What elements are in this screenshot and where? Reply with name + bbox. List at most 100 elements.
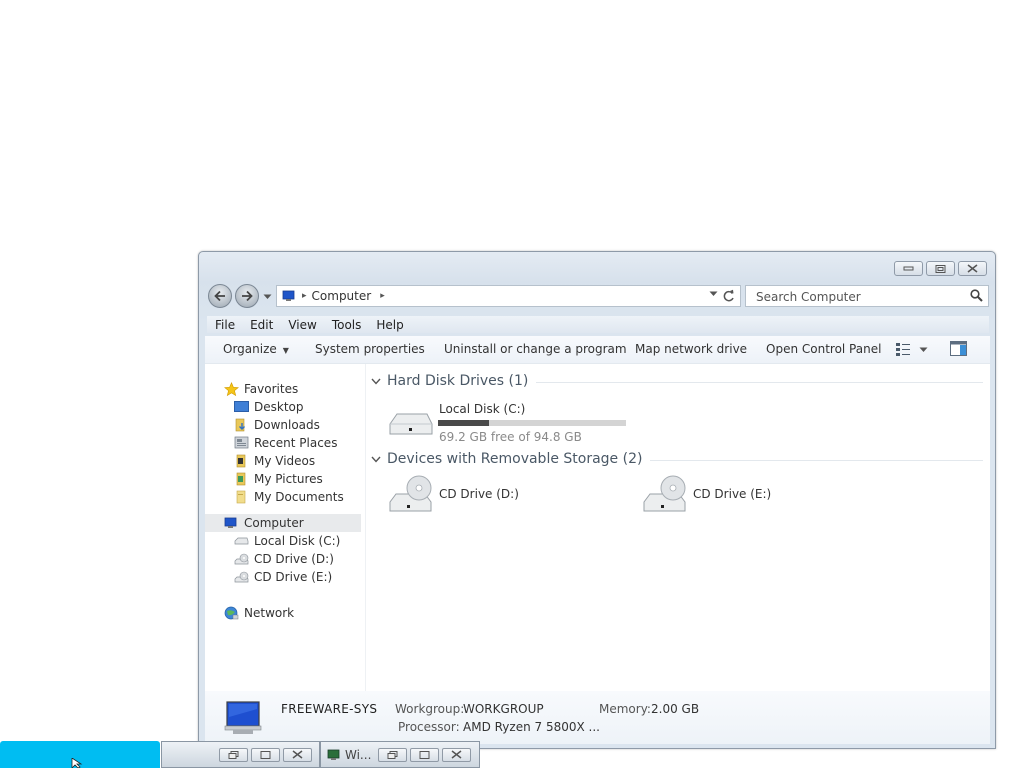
- recent-pages-button[interactable]: [262, 292, 272, 302]
- restore-icon: [387, 750, 398, 759]
- drive-tile-cd-drive-d[interactable]: CD Drive (D:): [387, 474, 607, 524]
- nav-computer-label: Computer: [244, 516, 304, 530]
- content-pane: Hard Disk Drives (1) Local Disk (C:) 69.…: [369, 364, 989, 691]
- preview-pane-button[interactable]: [950, 341, 967, 359]
- computer-icon: [282, 290, 295, 301]
- drive-name: CD Drive (E:): [693, 487, 772, 501]
- drive-usage-bar: [438, 420, 626, 426]
- search-box: [745, 285, 989, 307]
- drive-name: Local Disk (C:): [439, 402, 526, 416]
- nav-my-videos-label: My Videos: [254, 454, 316, 468]
- taskbar-window-button[interactable]: Wi...: [320, 741, 480, 768]
- maximize-button[interactable]: [926, 261, 955, 276]
- maximize-icon: [419, 750, 430, 759]
- address-dropdown-icon[interactable]: [709, 291, 718, 297]
- back-button[interactable]: [208, 284, 232, 308]
- nav-local-disk-c[interactable]: Local Disk (C:): [233, 532, 340, 550]
- taskbar-maximize-button[interactable]: [251, 747, 280, 762]
- search-icon[interactable]: [970, 289, 983, 302]
- chevron-down-icon: [263, 294, 271, 299]
- nav-recent-places[interactable]: Recent Places: [233, 434, 337, 452]
- nav-network[interactable]: Network: [223, 604, 294, 622]
- recent-places-icon: [233, 435, 249, 451]
- refresh-icon[interactable]: [722, 289, 736, 303]
- menu-file[interactable]: File: [207, 318, 242, 332]
- taskbar-window-button[interactable]: [161, 741, 320, 768]
- explorer-window: ▸ Computer ▸ File Edit View Tools Help O…: [198, 251, 996, 749]
- menu-edit[interactable]: Edit: [242, 318, 280, 332]
- system-properties-button[interactable]: System properties: [315, 342, 425, 356]
- close-icon: [292, 750, 303, 759]
- nav-cd-drive-d[interactable]: CD Drive (D:): [233, 550, 334, 568]
- group-header-removable[interactable]: Devices with Removable Storage (2): [371, 449, 983, 469]
- map-network-drive-button[interactable]: Map network drive: [635, 342, 747, 356]
- back-arrow-icon: [214, 290, 225, 302]
- collapse-chevron-icon: [371, 456, 383, 463]
- group-header-hard-disks[interactable]: Hard Disk Drives (1): [371, 371, 983, 391]
- explorer-client-area: Organize ▼ System properties Uninstall or…: [205, 336, 990, 744]
- menu-view[interactable]: View: [280, 318, 323, 332]
- menu-bar: File Edit View Tools Help: [207, 316, 989, 333]
- window-caption-buttons: [894, 261, 987, 276]
- nav-cd-drive-e[interactable]: CD Drive (E:): [233, 568, 332, 586]
- view-dropdown-icon: [919, 347, 928, 352]
- nav-my-documents[interactable]: My Documents: [233, 488, 344, 506]
- nav-my-videos[interactable]: My Videos: [233, 452, 315, 470]
- navigation-pane: Favorites Desktop Downloads Recent Place…: [205, 364, 366, 691]
- memory-label: Memory:: [599, 702, 651, 716]
- drive-tile-local-disk-c[interactable]: Local Disk (C:) 69.2 GB free of 94.8 GB: [387, 400, 647, 450]
- videos-icon: [233, 453, 249, 469]
- nav-desktop[interactable]: Desktop: [233, 398, 304, 416]
- cd-drive-icon: [643, 475, 686, 512]
- documents-icon: [233, 489, 249, 505]
- hard-disk-icon: [233, 533, 249, 549]
- taskbar-maximize-button[interactable]: [410, 747, 440, 762]
- desktop-icon: [233, 399, 249, 415]
- address-bar[interactable]: ▸ Computer ▸: [276, 285, 741, 307]
- processor-label: Processor:: [398, 720, 460, 734]
- processor-value: AMD Ryzen 7 5800X ...: [463, 720, 600, 734]
- group-header-removable-label: Devices with Removable Storage (2): [387, 451, 643, 467]
- forward-button[interactable]: [235, 284, 259, 308]
- address-location[interactable]: Computer: [312, 289, 372, 303]
- change-view-button[interactable]: [895, 342, 928, 357]
- nav-favorites-label: Favorites: [244, 382, 299, 396]
- group-header-hard-disks-label: Hard Disk Drives (1): [387, 373, 529, 389]
- nav-favorites[interactable]: Favorites: [223, 380, 298, 398]
- open-control-panel-button[interactable]: Open Control Panel: [766, 342, 881, 356]
- group-divider: [650, 459, 983, 461]
- nav-network-label: Network: [244, 606, 295, 620]
- minimize-icon: [903, 266, 914, 270]
- taskbar-restore-button[interactable]: [378, 747, 408, 762]
- drive-name: CD Drive (D:): [439, 487, 519, 501]
- computer-icon: [223, 515, 239, 531]
- nav-local-disk-c-label: Local Disk (C:): [254, 534, 341, 548]
- taskbar-close-button[interactable]: [283, 747, 312, 762]
- taskbar-window-title: Wi...: [345, 747, 372, 762]
- command-bar: Organize ▼ System properties Uninstall or…: [205, 336, 990, 364]
- breadcrumb-separator-icon: ▸: [302, 291, 307, 301]
- nav-downloads[interactable]: Downloads: [233, 416, 320, 434]
- computer-icon: [327, 749, 340, 760]
- menu-tools[interactable]: Tools: [324, 318, 369, 332]
- taskbar-restore-button[interactable]: [219, 747, 248, 762]
- navigation-row: ▸ Computer ▸: [207, 283, 989, 309]
- cd-drive-icon: [233, 569, 249, 585]
- downloads-icon: [233, 417, 249, 433]
- details-pane: FREEWARE-SYS Workgroup: WORKGROUP Memory…: [205, 691, 990, 744]
- organize-label: Organize: [223, 342, 277, 356]
- breadcrumb-chevron-icon[interactable]: ▸: [380, 291, 385, 301]
- nav-my-pictures[interactable]: My Pictures: [233, 470, 323, 488]
- nav-desktop-label: Desktop: [254, 400, 304, 414]
- workgroup-value: WORKGROUP: [463, 702, 544, 716]
- taskbar-close-button[interactable]: [442, 747, 472, 762]
- uninstall-program-button[interactable]: Uninstall or change a program: [444, 342, 627, 356]
- nav-computer[interactable]: Computer: [205, 514, 361, 532]
- search-input[interactable]: [754, 287, 958, 307]
- close-button[interactable]: [958, 261, 987, 276]
- menu-help[interactable]: Help: [368, 318, 410, 332]
- drive-tile-cd-drive-e[interactable]: CD Drive (E:): [641, 474, 861, 524]
- nav-cd-drive-d-label: CD Drive (D:): [254, 552, 334, 566]
- organize-button[interactable]: Organize ▼: [223, 342, 289, 356]
- minimize-button[interactable]: [894, 261, 923, 276]
